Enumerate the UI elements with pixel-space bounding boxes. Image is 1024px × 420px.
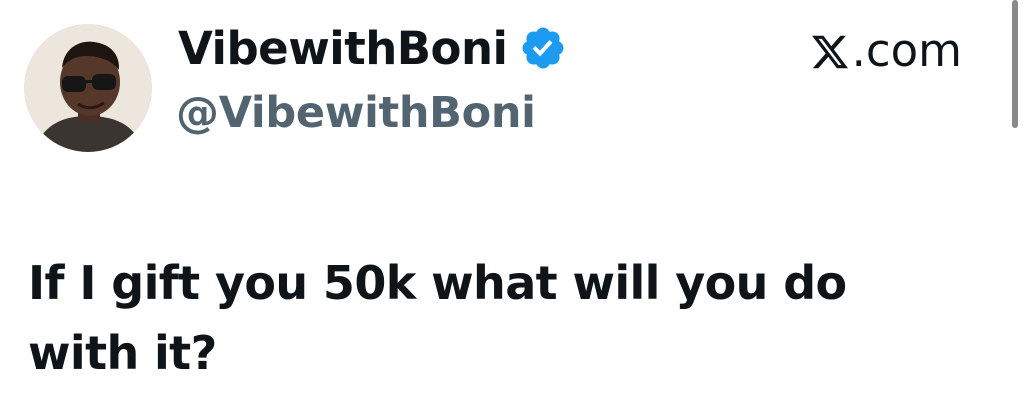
platform-domain-text: .com xyxy=(851,23,962,77)
avatar[interactable] xyxy=(24,24,152,152)
platform-source-label: .com xyxy=(810,20,962,80)
display-name[interactable]: VibewithBoni xyxy=(178,22,508,75)
display-name-row: VibewithBoni xyxy=(178,18,567,78)
scrollbar[interactable] xyxy=(1012,0,1018,128)
x-logo-icon xyxy=(810,30,850,70)
tweet-text: If I gift you 50k what will you do with … xyxy=(28,256,847,380)
author-handle[interactable]: @VibewithBoni xyxy=(176,88,536,138)
verified-badge-icon xyxy=(519,24,567,72)
avatar-photo xyxy=(24,24,152,152)
tweet-card: VibewithBoni @VibewithBoni .com If I gif… xyxy=(0,0,1024,420)
